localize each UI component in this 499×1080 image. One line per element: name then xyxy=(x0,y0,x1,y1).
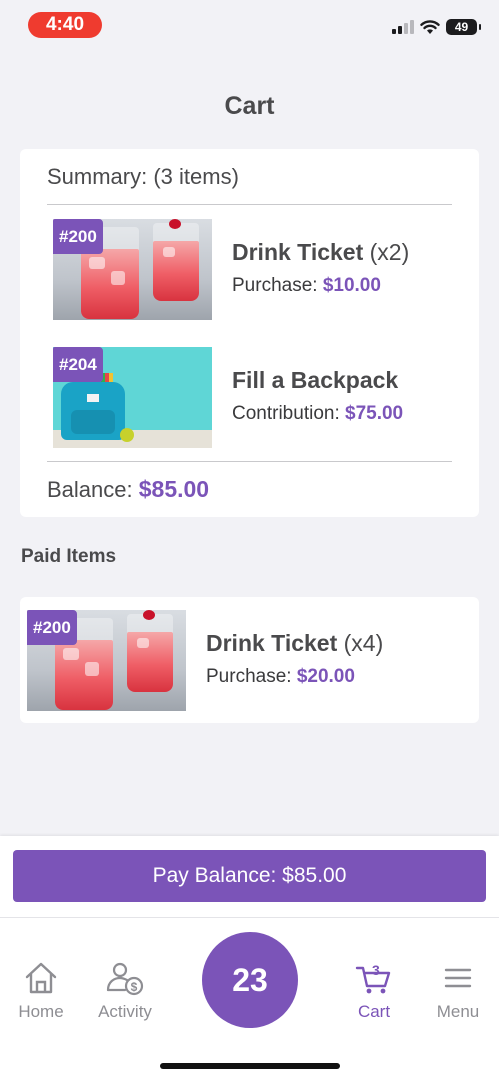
divider xyxy=(47,204,452,205)
item-name: Drink Ticket xyxy=(232,239,364,265)
activity-icon: $ xyxy=(106,962,144,996)
tab-label: Home xyxy=(18,1002,64,1021)
tab-label: Activity xyxy=(98,1002,152,1021)
balance-label: Balance: xyxy=(47,477,133,502)
item-name: Drink Ticket xyxy=(206,630,338,656)
item-sub-label: Purchase: xyxy=(232,275,318,296)
paid-items-card: #200 Drink Ticket (x4) Purchase: $20.00 xyxy=(20,597,479,723)
drinks-image: #200 xyxy=(53,219,212,320)
screen: 4:40 49 Cart Summary: (3 items) #200 Dri… xyxy=(0,0,499,1080)
drinks-image: #200 xyxy=(27,610,186,711)
divider xyxy=(0,917,499,918)
cart-item-fill-a-backpack[interactable]: #204 Fill a Backpack Contribution: $75.0… xyxy=(53,347,473,449)
tab-home[interactable]: Home xyxy=(1,960,81,1022)
home-icon xyxy=(25,962,57,994)
status-time: 4:40 xyxy=(28,12,102,38)
item-sub-label: Purchase: xyxy=(206,666,292,687)
item-name: Fill a Backpack xyxy=(232,367,399,393)
balance-line: Balance: $85.00 xyxy=(47,476,209,503)
paid-items-title: Paid Items xyxy=(21,546,117,567)
divider xyxy=(47,461,452,462)
tab-label: Menu xyxy=(436,1002,480,1021)
tab-cart[interactable]: 3 Cart xyxy=(334,960,414,1022)
item-amount: $10.00 xyxy=(322,275,381,296)
summary-heading: Summary: (3 items) xyxy=(47,164,239,189)
cart-item-drink-ticket[interactable]: #200 Drink Ticket (x2) Purchase: $10.00 xyxy=(53,219,473,321)
tab-label: Cart xyxy=(357,1002,391,1021)
tab-menu[interactable]: Menu xyxy=(418,960,498,1022)
item-number-badge: #200 xyxy=(53,219,103,254)
balance-amount: $85.00 xyxy=(138,476,210,502)
item-amount: $75.00 xyxy=(345,403,404,424)
cart-count: 3 xyxy=(372,962,380,978)
item-quantity: (x2) xyxy=(369,239,410,265)
home-indicator xyxy=(160,1063,340,1069)
backpack-image: #204 xyxy=(53,347,212,448)
tab-activity[interactable]: $ Activity xyxy=(85,960,165,1022)
menu-icon xyxy=(444,968,472,988)
summary-card: Summary: (3 items) #200 Drink Ticket (x2… xyxy=(20,149,479,517)
center-number-button[interactable]: 23 xyxy=(202,932,298,1028)
item-number-badge: #200 xyxy=(27,610,77,645)
item-amount: $20.00 xyxy=(296,666,355,687)
svg-text:$: $ xyxy=(131,980,138,994)
signal-icon xyxy=(392,20,414,34)
wifi-icon xyxy=(420,19,440,34)
item-number-badge: #204 xyxy=(53,347,103,382)
item-quantity: (x4) xyxy=(343,630,384,656)
paid-item-drink-ticket[interactable]: #200 Drink Ticket (x4) Purchase: $20.00 xyxy=(27,610,447,712)
status-icons: 49 xyxy=(392,19,481,35)
page-title: Cart xyxy=(224,92,275,120)
item-sub-label: Contribution: xyxy=(232,403,340,424)
battery-icon: 49 xyxy=(446,19,481,35)
pay-balance-button[interactable]: Pay Balance: $85.00 xyxy=(13,850,486,902)
